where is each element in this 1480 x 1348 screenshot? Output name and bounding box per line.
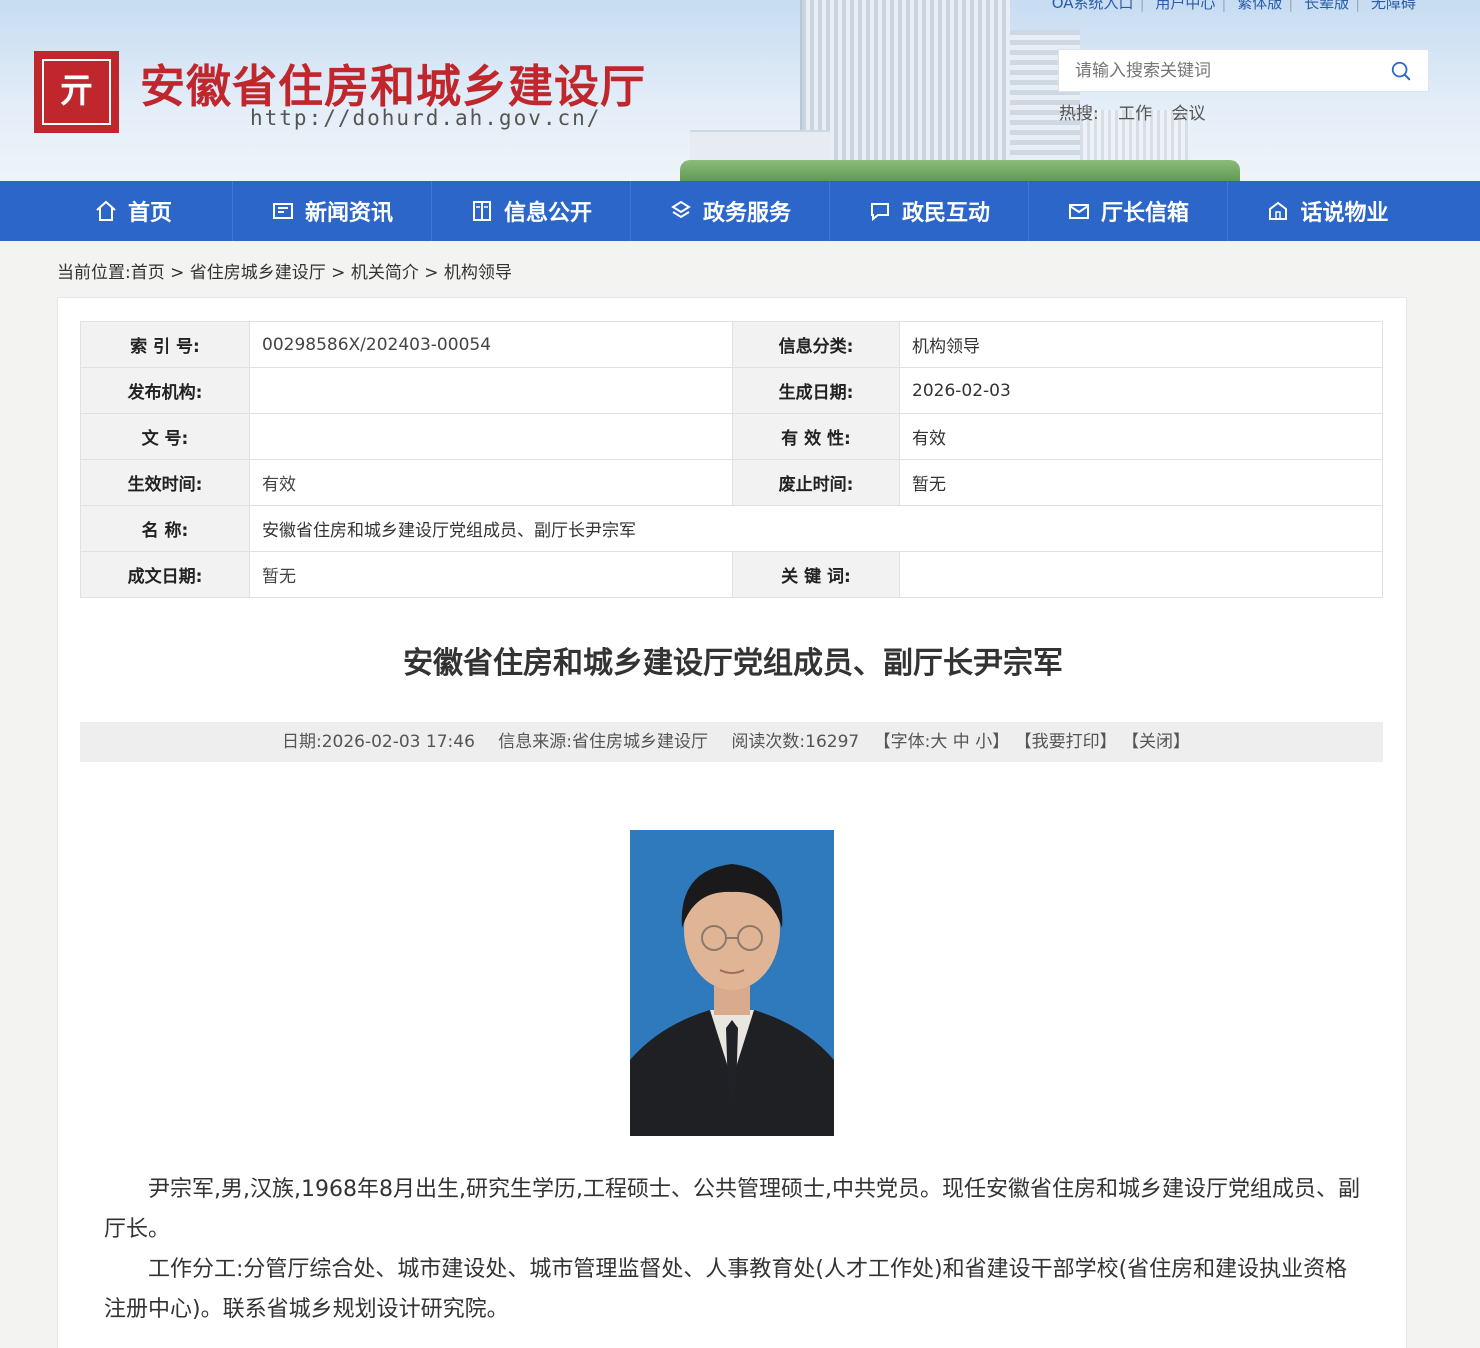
breadcrumb[interactable]: 当前位置:首页 > 省住房城乡建设厅 > 机关简介 > 机构领导 xyxy=(57,258,512,283)
nav-label: 首页 xyxy=(127,201,172,226)
article-paragraph: 尹宗军,男,汉族,1968年8月出生,研究生学历,工程硕士、公共管理硕士,中共党… xyxy=(104,1177,1360,1242)
written-value: 暂无 xyxy=(249,551,733,598)
table-row: 发布机构: 生成日期: 2026-02-03 xyxy=(80,367,1383,414)
docno-label: 文 号: xyxy=(80,413,250,460)
docno-value xyxy=(249,413,733,460)
top-links: OA系统入口 | 用户中心 | 繁体版 | 长辈版 | 无障碍 xyxy=(1046,0,1422,13)
nav-label: 政务服务 xyxy=(702,201,791,226)
keywords-label: 关 键 词: xyxy=(732,551,900,598)
article-body: 尹宗军,男,汉族,1968年8月出生,研究生学历,工程硕士、公共管理硕士,中共党… xyxy=(104,1170,1362,1330)
oa-link[interactable]: OA系统入口 xyxy=(1052,0,1134,12)
search-input[interactable] xyxy=(1075,60,1375,82)
book-icon xyxy=(472,201,491,221)
article-paragraph: 工作分工:分管厅综合处、城市建设处、城市管理监督处、人事教育处(人才工作处)和省… xyxy=(104,1257,1348,1322)
table-row: 名 称: 安徽省住房和城乡建设厅党组成员、副厅长尹宗军 xyxy=(80,505,1383,552)
publisher-value xyxy=(249,367,733,414)
nav-label: 话说物业 xyxy=(1300,201,1389,226)
nav-item-mailbox[interactable]: 厅长信箱 xyxy=(1029,181,1228,241)
table-row: 索 引 号: 00298586X/202403-00054 信息分类: 机构领导 xyxy=(80,321,1383,368)
nav-label: 信息公开 xyxy=(503,201,592,226)
main-nav: 首页 新闻资讯 信息公开 政务服务 政民互动 厅长信箱 话说物业 xyxy=(0,181,1480,241)
site-url: http://dohurd.ah.gov.cn/ xyxy=(250,106,602,130)
print-button[interactable]: 【我要打印】 xyxy=(1015,732,1117,752)
portrait-photo xyxy=(630,830,834,1136)
index-value: 00298586X/202403-00054 xyxy=(249,321,733,368)
nav-item-interaction[interactable]: 政民互动 xyxy=(830,181,1029,241)
nav-item-home[interactable]: 首页 xyxy=(34,181,233,241)
article-info-bar: 日期:2026-02-03 17:46 信息来源:省住房城乡建设厅 阅读次数:1… xyxy=(80,722,1383,762)
article-title: 安徽省住房和城乡建设厅党组成员、副厅长尹宗军 xyxy=(403,646,1063,681)
chat-icon xyxy=(870,203,889,222)
trees-illustration xyxy=(680,160,1240,181)
hot-label: 热搜: xyxy=(1059,104,1099,124)
search-box xyxy=(1058,49,1429,92)
nav-item-services[interactable]: 政务服务 xyxy=(631,181,830,241)
content-card: 索 引 号: 00298586X/202403-00054 信息分类: 机构领导… xyxy=(57,297,1407,1348)
close-button[interactable]: 【关闭】 xyxy=(1122,732,1190,752)
article-reads: 阅读次数:16297 xyxy=(731,732,860,752)
validity-label: 有 效 性: xyxy=(732,413,900,460)
abolish-value: 暂无 xyxy=(899,459,1383,506)
info-table: 索 引 号: 00298586X/202403-00054 信息分类: 机构领导… xyxy=(80,321,1383,598)
user-center-link[interactable]: 用户中心 xyxy=(1155,0,1215,12)
table-row: 成文日期: 暂无 关 键 词: xyxy=(80,551,1383,598)
name-value: 安徽省住房和城乡建设厅党组成员、副厅长尹宗军 xyxy=(249,505,1383,552)
nav-item-info-public[interactable]: 信息公开 xyxy=(432,181,631,241)
service-icon xyxy=(671,200,691,219)
nav-label: 政民互动 xyxy=(901,201,990,226)
hot-term[interactable]: 会议 xyxy=(1172,104,1206,124)
logo-emblem-icon: 亓 xyxy=(42,59,111,125)
index-label: 索 引 号: xyxy=(80,321,250,368)
created-label: 生成日期: xyxy=(732,367,900,414)
table-row: 生效时间: 有效 废止时间: 暂无 xyxy=(80,459,1383,506)
publisher-label: 发布机构: xyxy=(80,367,250,414)
search-icon[interactable] xyxy=(1390,60,1412,82)
building-illustration xyxy=(800,0,1010,181)
traditional-link[interactable]: 繁体版 xyxy=(1237,0,1282,12)
mailbox-icon xyxy=(1068,204,1089,219)
keywords-value xyxy=(899,551,1383,598)
hot-term[interactable]: 工作 xyxy=(1118,104,1152,124)
home-icon xyxy=(96,200,116,221)
accessibility-link[interactable]: 无障碍 xyxy=(1371,0,1416,12)
hot-search: 热搜: 工作 会议 xyxy=(1059,99,1220,124)
effective-value: 有效 xyxy=(249,459,733,506)
category-label: 信息分类: xyxy=(732,321,900,368)
name-label: 名 称: xyxy=(80,505,250,552)
elder-version-link[interactable]: 长辈版 xyxy=(1304,0,1349,12)
validity-value: 有效 xyxy=(899,413,1383,460)
effective-label: 生效时间: xyxy=(80,459,250,506)
site-header: OA系统入口 | 用户中心 | 繁体版 | 长辈版 | 无障碍 亓 安徽省住房和城乡建设… xyxy=(0,0,1480,181)
nav-label: 新闻资讯 xyxy=(304,201,393,226)
newspaper-icon xyxy=(272,203,293,219)
font-size-control[interactable]: 【字体:大 中 小】 xyxy=(874,732,1010,752)
abolish-label: 废止时间: xyxy=(732,459,900,506)
article-source: 信息来源:省住房城乡建设厅 xyxy=(498,732,709,752)
article-date: 日期:2026-02-03 17:46 xyxy=(281,732,475,752)
property-icon xyxy=(1269,201,1288,220)
nav-label: 厅长信箱 xyxy=(1100,201,1189,226)
nav-item-property[interactable]: 话说物业 xyxy=(1228,181,1427,241)
nav-item-news[interactable]: 新闻资讯 xyxy=(233,181,432,241)
portrait-illustration xyxy=(630,830,834,1136)
site-logo[interactable]: 亓 xyxy=(34,51,119,133)
created-value: 2026-02-03 xyxy=(899,367,1383,414)
table-row: 文 号: 有 效 性: 有效 xyxy=(80,413,1383,460)
written-label: 成文日期: xyxy=(80,551,250,598)
category-value: 机构领导 xyxy=(899,321,1383,368)
